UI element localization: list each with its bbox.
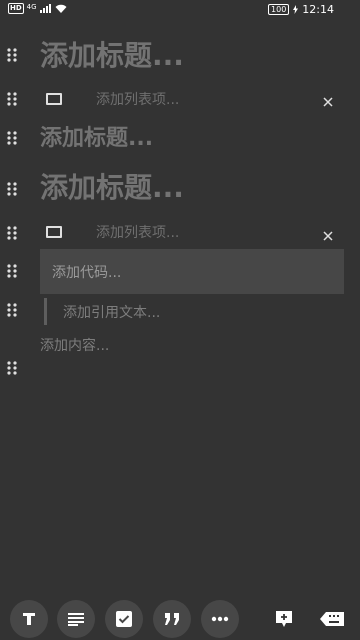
add-block-icon <box>276 611 292 627</box>
quote-icon <box>165 613 179 625</box>
list-item-input[interactable]: 添加列表项... <box>96 223 179 243</box>
quote-input[interactable]: 添加引用文本... <box>63 302 160 322</box>
close-icon[interactable] <box>322 227 334 241</box>
heading-block: 添加标题... <box>0 38 360 74</box>
drag-handle-icon[interactable] <box>6 226 18 240</box>
network-type: 4G <box>26 2 37 11</box>
code-block[interactable]: 添加代码... <box>40 249 344 294</box>
heading-input[interactable]: 添加标题... <box>40 170 184 206</box>
close-icon[interactable] <box>322 93 334 107</box>
clock: 12:14 <box>302 3 334 16</box>
quote-bar <box>44 298 47 325</box>
checkbox[interactable] <box>46 93 62 105</box>
heading-block: 添加标题... <box>0 124 360 154</box>
drag-handle-icon[interactable] <box>6 92 18 106</box>
hd-badge: HD <box>8 3 24 14</box>
drag-handle-icon[interactable] <box>6 264 18 278</box>
text-format-button[interactable] <box>10 600 48 638</box>
wifi-icon <box>55 4 67 13</box>
quote-button[interactable] <box>153 600 191 638</box>
more-icon <box>211 616 229 622</box>
heading-input[interactable]: 添加标题... <box>40 38 184 74</box>
keyboard-hide-button[interactable] <box>313 600 351 638</box>
list-item-input[interactable]: 添加列表项... <box>96 90 179 110</box>
more-button[interactable] <box>201 600 239 638</box>
status-bar: HD 4G 100 12:14 <box>0 0 360 20</box>
status-right: 100 12:14 <box>268 3 334 16</box>
paragraph-button[interactable] <box>57 600 95 638</box>
content-input[interactable]: 添加内容... <box>40 335 109 355</box>
checkbox-button[interactable] <box>105 600 143 638</box>
text-format-icon <box>23 613 35 625</box>
drag-handle-icon[interactable] <box>6 182 18 196</box>
drag-handle-icon[interactable] <box>6 303 18 317</box>
heading-input[interactable]: 添加标题... <box>40 124 153 154</box>
signal-icon <box>39 4 51 13</box>
drag-handle-icon[interactable] <box>6 48 18 62</box>
checklist-block: 添加列表项... <box>0 222 360 244</box>
code-input[interactable]: 添加代码... <box>52 262 121 282</box>
status-left: HD 4G <box>8 3 67 14</box>
battery-indicator: 100 <box>268 4 290 15</box>
checkbox[interactable] <box>46 226 62 238</box>
drag-handle-icon[interactable] <box>6 361 18 375</box>
bottom-toolbar <box>0 596 360 640</box>
add-block-button[interactable] <box>265 600 303 638</box>
keyboard-hide-icon <box>320 612 344 626</box>
checkbox-icon <box>116 611 132 627</box>
heading-block: 添加标题... <box>0 170 360 206</box>
checklist-block: 添加列表项... <box>0 88 360 110</box>
charging-icon <box>293 5 299 14</box>
paragraph-icon <box>68 613 84 626</box>
drag-handle-icon[interactable] <box>6 131 18 145</box>
